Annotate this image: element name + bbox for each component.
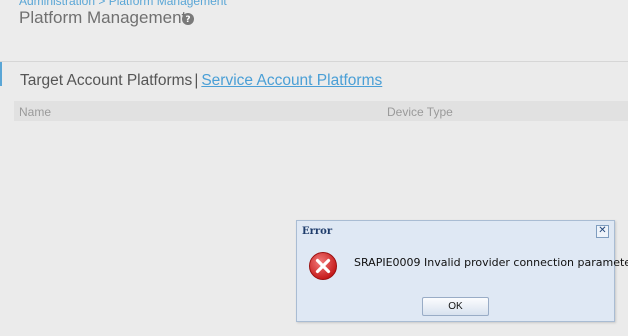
breadcrumb[interactable]: Administration > Platform Management <box>19 0 227 8</box>
column-header-device-type[interactable]: Device Type <box>387 105 453 119</box>
page-header: Administration > Platform Management Pla… <box>0 0 628 62</box>
error-message: SRAPIE0009 Invalid provider connection p… <box>354 256 628 269</box>
page-title: Platform Management <box>19 8 187 27</box>
error-icon <box>309 252 337 280</box>
svg-text:?: ? <box>185 15 190 25</box>
table-header: Name Device Type <box>14 101 628 121</box>
column-header-name[interactable]: Name <box>19 105 51 119</box>
dialog-title: Error <box>302 226 333 237</box>
help-icon[interactable]: ? <box>182 13 194 25</box>
active-section-indicator <box>0 62 2 86</box>
ok-button[interactable]: OK <box>422 297 489 316</box>
platform-tabs: Target Account Platforms | Service Account… <box>20 72 382 90</box>
error-dialog: Error ✕ SRAPIE0009 Invalid provider conn… <box>296 220 628 322</box>
tab-service-account-platforms[interactable]: Service Account Platforms <box>201 72 382 89</box>
close-icon[interactable]: ✕ <box>596 225 609 238</box>
tab-target-account-platforms[interactable]: Target Account Platforms <box>20 72 192 89</box>
tab-separator: | <box>194 72 199 89</box>
